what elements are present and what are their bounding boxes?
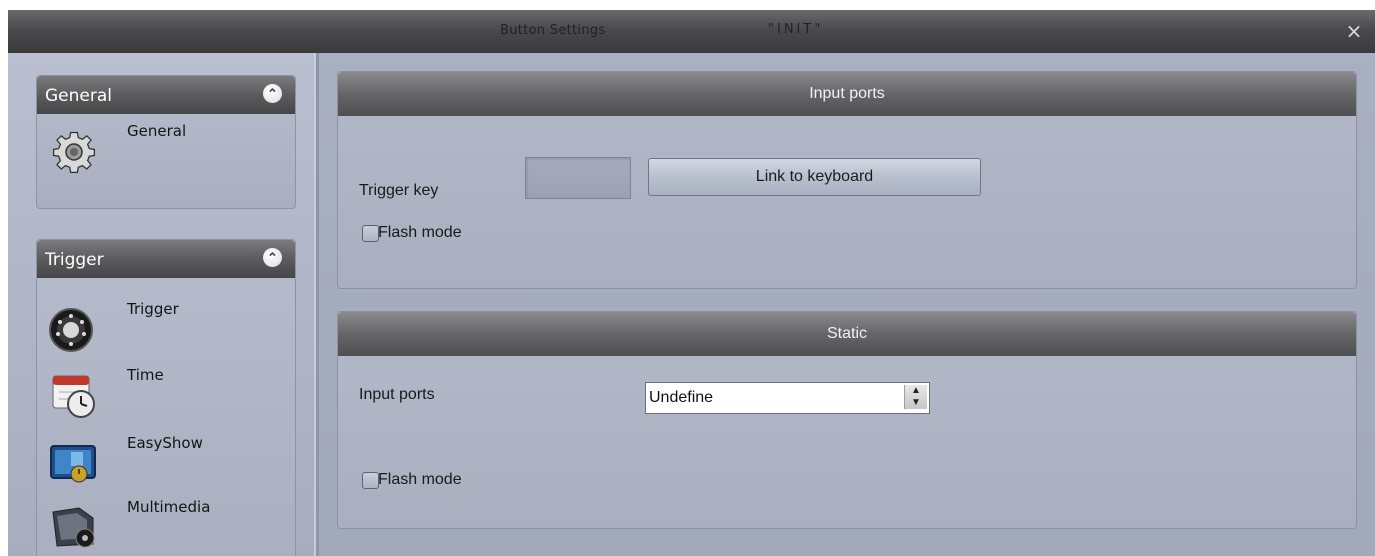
group-header-trigger[interactable]: Trigger ⌃ xyxy=(37,240,295,278)
sidebar-item-trigger[interactable]: Trigger xyxy=(49,300,289,358)
sidebar-item-label: EasyShow xyxy=(127,434,203,452)
input-ports-select[interactable]: Undefine ▲ ▼ xyxy=(645,382,930,414)
panel-title-static: Static xyxy=(338,312,1356,356)
sidebar-item-label: General xyxy=(127,122,187,140)
group-header-general[interactable]: General ⌃ xyxy=(37,76,295,114)
trigger-key-field[interactable] xyxy=(525,157,631,199)
group-title-general: General xyxy=(45,86,112,106)
sidebar-group-general: General ⌃ General xyxy=(36,75,296,209)
main-content: Input ports Trigger key Link to keyboard… xyxy=(319,53,1375,556)
sidebar-item-time[interactable]: Time xyxy=(49,366,289,424)
window-title: Button Settings xyxy=(500,23,606,38)
close-icon: × xyxy=(1345,19,1363,43)
group-title-trigger: Trigger xyxy=(45,250,104,270)
easyshow-icon xyxy=(49,434,105,490)
static-panel: Static Input ports Undefine ▲ ▼ Flash mod… xyxy=(337,311,1357,529)
input-ports-value: Undefine xyxy=(649,389,714,406)
gear-icon xyxy=(49,122,105,178)
flash-mode-label[interactable]: Flash mode xyxy=(378,471,462,489)
panel-title-input-ports: Input ports xyxy=(338,72,1356,116)
document-name: "INIT" xyxy=(768,22,824,37)
trigger-key-label: Trigger key xyxy=(359,182,439,199)
button-settings-window: Button Settings "INIT" × General ⌃ Gener… xyxy=(8,10,1375,556)
flash-mode-checkbox[interactable] xyxy=(362,225,379,242)
sidebar-item-general[interactable]: General xyxy=(49,122,289,180)
sidebar-item-label: Multimedia xyxy=(127,498,211,516)
close-button[interactable]: × xyxy=(1342,19,1366,43)
multimedia-icon xyxy=(49,498,105,554)
sidebar-item-label: Time xyxy=(127,366,164,384)
sidebar-item-easyshow[interactable]: EasyShow xyxy=(49,434,289,492)
sidebar-item-multimedia[interactable]: Multimedia xyxy=(49,498,289,556)
flash-mode-label[interactable]: Flash mode xyxy=(378,224,462,242)
collapse-icon[interactable]: ⌃ xyxy=(263,84,282,103)
spinner-arrows-icon[interactable]: ▲ ▼ xyxy=(904,385,927,409)
sidebar-group-trigger: Trigger ⌃ Trigger Time EasyShow Multimed… xyxy=(36,239,296,556)
sidebar: General ⌃ General Trigger ⌃ Trigger Time… xyxy=(8,53,316,556)
collapse-icon[interactable]: ⌃ xyxy=(263,248,282,267)
title-bar[interactable]: Button Settings "INIT" × xyxy=(8,10,1375,53)
trigger-dial-icon xyxy=(49,300,105,356)
link-to-keyboard-button[interactable]: Link to keyboard xyxy=(648,158,981,196)
input-ports-label: Input ports xyxy=(359,386,435,403)
flash-mode-checkbox[interactable] xyxy=(362,472,379,489)
calendar-clock-icon xyxy=(49,366,105,422)
sidebar-item-label: Trigger xyxy=(127,300,179,318)
input-ports-panel: Input ports Trigger key Link to keyboard… xyxy=(337,71,1357,289)
